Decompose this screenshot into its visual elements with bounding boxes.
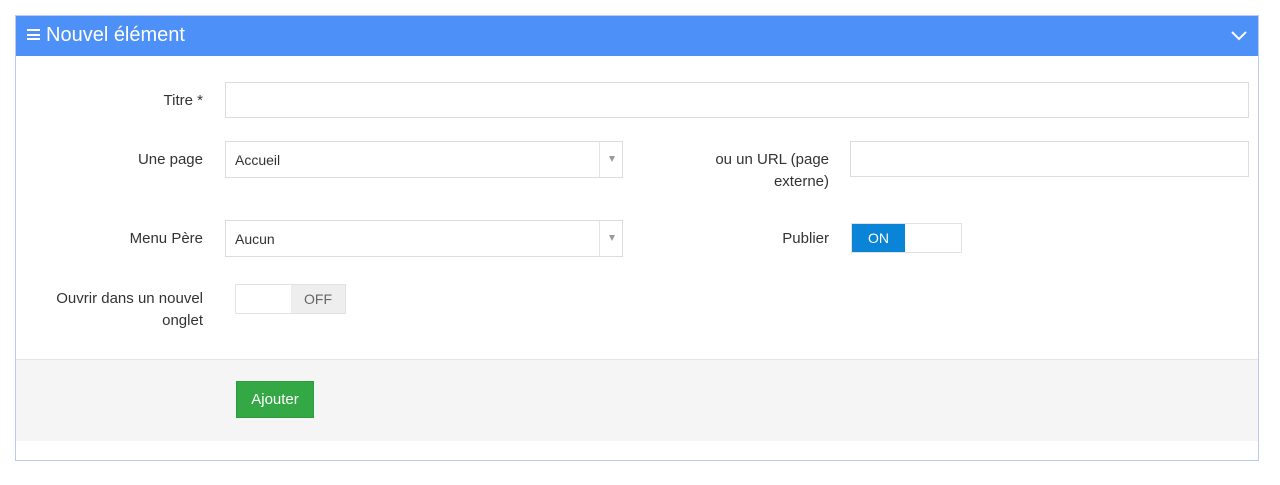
caret-down-icon <box>609 235 615 241</box>
new-tab-toggle-off: OFF <box>291 285 345 313</box>
select-divider <box>599 142 600 177</box>
parent-menu-label: Menu Père <box>129 230 203 247</box>
title-input[interactable] <box>225 82 1249 118</box>
select-divider <box>599 221 600 256</box>
add-button[interactable]: Ajouter <box>236 381 314 418</box>
page-select-value: Accueil <box>235 152 281 168</box>
hamburger-icon <box>27 29 40 40</box>
page-label: Une page <box>137 151 203 168</box>
new-tab-label-line2: onglet <box>162 312 203 329</box>
publish-label: Publier <box>782 230 829 247</box>
new-tab-label: Ouvrir dans un nouvel onglet <box>16 288 203 332</box>
chevron-down-icon[interactable] <box>1230 28 1248 42</box>
url-label-line1: ou un URL (page <box>715 151 829 168</box>
panel-header[interactable]: Nouvel élément <box>16 16 1258 56</box>
url-label-line2: externe) <box>773 173 829 190</box>
new-item-panel: Nouvel élément Titre * Une page Accueil … <box>15 15 1259 461</box>
url-label: ou un URL (page externe) <box>636 149 829 193</box>
parent-menu-select-value: Aucun <box>235 231 275 247</box>
new-tab-label-line1: Ouvrir dans un nouvel <box>56 290 203 307</box>
panel-title: Nouvel élément <box>46 24 185 46</box>
parent-menu-select[interactable]: Aucun <box>225 220 623 257</box>
form-footer: Ajouter <box>16 359 1258 441</box>
publish-toggle[interactable]: ON <box>851 223 962 253</box>
caret-down-icon <box>609 156 615 162</box>
page-select[interactable]: Accueil <box>225 141 623 178</box>
title-label: Titre * <box>163 92 203 109</box>
publish-toggle-on: ON <box>852 224 905 252</box>
new-tab-toggle[interactable]: OFF <box>235 284 346 314</box>
url-input[interactable] <box>850 141 1249 177</box>
